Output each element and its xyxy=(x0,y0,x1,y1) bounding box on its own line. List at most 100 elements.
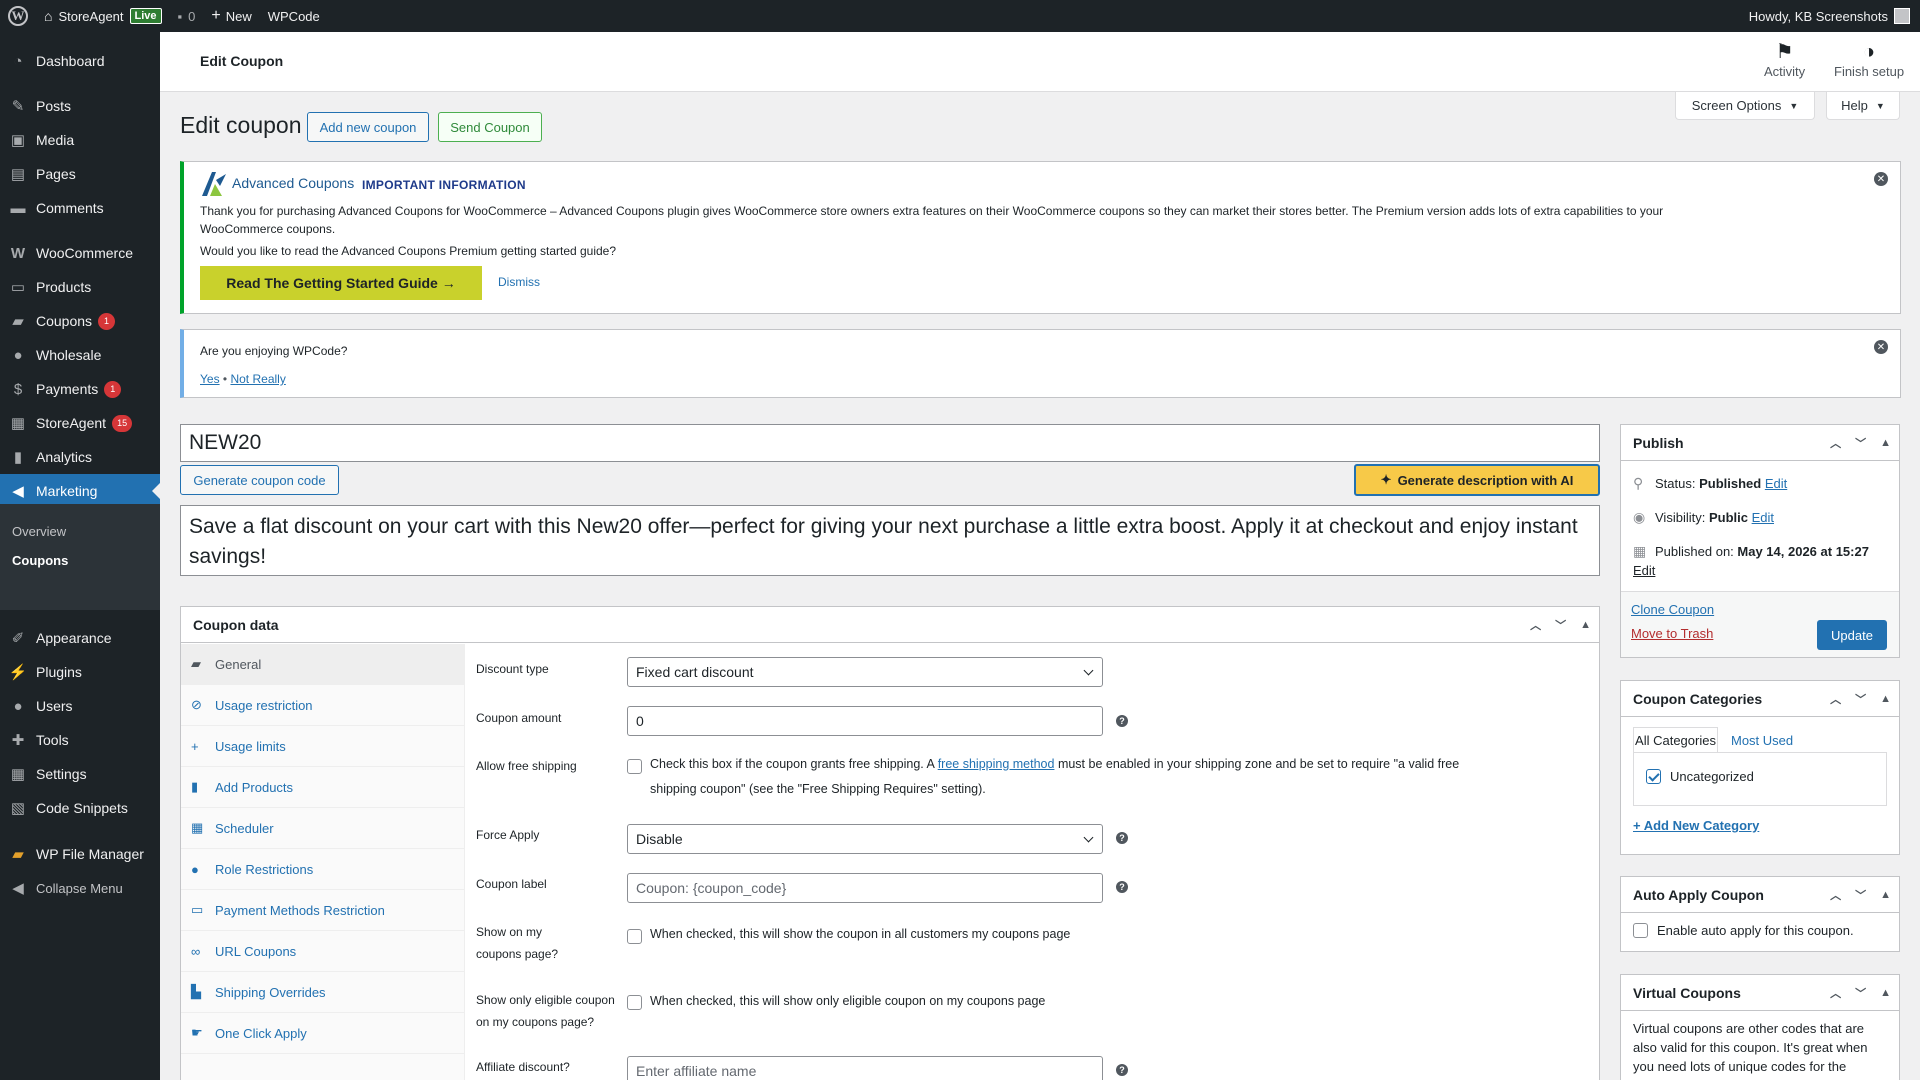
activity-button[interactable]: ⚑ Activity xyxy=(1764,40,1805,79)
clone-coupon-link[interactable]: Clone Coupon xyxy=(1631,602,1714,617)
generate-description-ai-button[interactable]: ✦ Generate description with AI xyxy=(1354,464,1600,496)
tab-payment-methods-restriction[interactable]: ▭ Payment Methods Restriction xyxy=(181,890,465,931)
add-new-category-link[interactable]: + Add New Category xyxy=(1633,818,1759,833)
chevron-down-icon[interactable]: ﹀ xyxy=(1555,617,1566,633)
sidebar-item-dashboard[interactable]: ◔ Dashboard xyxy=(0,44,160,78)
sidebar-item-analytics[interactable]: ▮ Analytics xyxy=(0,440,160,474)
sidebar-item-plugins[interactable]: ⚡ Plugins xyxy=(0,655,160,689)
chevron-up-icon[interactable]: ︿ xyxy=(1830,887,1841,903)
tab-all-categories[interactable]: All Categories xyxy=(1633,727,1718,753)
collapse-menu-button[interactable]: ◀ Collapse Menu xyxy=(0,871,160,905)
submenu-coupons[interactable]: Coupons xyxy=(12,553,68,568)
tab-role-restrictions[interactable]: ● Role Restrictions xyxy=(181,849,465,890)
chevron-down-icon[interactable]: ﹀ xyxy=(1855,985,1866,1001)
coupon-amount-label: Coupon amount xyxy=(476,711,562,725)
sidebar-item-storeagent[interactable]: ▦ StoreAgent 15 xyxy=(0,406,160,440)
sidebar-item-appearance[interactable]: ✐ Appearance xyxy=(0,621,160,655)
screen-options-button[interactable]: Screen Options ▼ xyxy=(1675,92,1815,120)
tab-scheduler[interactable]: ▦ Scheduler xyxy=(181,808,465,849)
caret-up-icon[interactable]: ▲ xyxy=(1880,889,1891,901)
sidebar-item-tools[interactable]: ✚ Tools xyxy=(0,723,160,757)
comments-link[interactable]: ▪ 0 xyxy=(170,0,204,32)
discount-type-select[interactable]: Fixed cart discount xyxy=(627,657,1103,687)
edit-visibility-link[interactable]: Edit xyxy=(1752,510,1774,525)
send-coupon-button[interactable]: Send Coupon xyxy=(438,112,542,142)
sidebar-item-marketing[interactable]: ◀ Marketing xyxy=(0,474,160,508)
help-icon[interactable]: ? xyxy=(1116,881,1128,893)
category-list: Uncategorized xyxy=(1633,752,1887,806)
yes-link[interactable]: Yes xyxy=(200,372,220,386)
edit-date-link[interactable]: Edit xyxy=(1633,563,1655,578)
show-my-coupons-checkbox[interactable] xyxy=(627,929,642,944)
new-content-link[interactable]: + New xyxy=(203,0,259,32)
sidebar-item-media[interactable]: ▣ Media xyxy=(0,123,160,157)
sidebar-item-wholesale[interactable]: ● Wholesale xyxy=(0,338,160,372)
wholesale-icon: ● xyxy=(13,346,23,364)
help-icon[interactable]: ? xyxy=(1116,832,1128,844)
chevron-up-icon[interactable]: ︿ xyxy=(1830,435,1841,451)
wordpress-logo-icon[interactable]: W xyxy=(0,0,36,32)
sidebar-item-posts[interactable]: ✎ Posts xyxy=(0,89,160,123)
sidebar-item-comments[interactable]: ▬ Comments xyxy=(0,191,160,225)
tab-usage-limits[interactable]: + Usage limits xyxy=(181,726,465,767)
sidebar-item-code-snippets[interactable]: ▧ Code Snippets xyxy=(0,791,160,825)
help-icon[interactable]: ? xyxy=(1116,715,1128,727)
tab-usage-restriction[interactable]: ⊘ Usage restriction xyxy=(181,685,465,726)
tab-most-used[interactable]: Most Used xyxy=(1731,733,1793,748)
my-account[interactable]: Howdy, KB Screenshots xyxy=(1749,8,1920,24)
chevron-down-icon[interactable]: ﹀ xyxy=(1855,887,1866,903)
free-shipping-description: Check this box if the coupon grants free… xyxy=(650,757,1460,771)
coupon-amount-input[interactable]: 0 xyxy=(627,706,1103,736)
admin-bar: W ⌂ StoreAgent Live ▪ 0 + New WPCode How… xyxy=(0,0,1920,32)
not-really-link[interactable]: Not Really xyxy=(230,372,285,386)
sidebar-item-pages[interactable]: ▤ Pages xyxy=(0,157,160,191)
caret-up-icon[interactable]: ▲ xyxy=(1880,987,1891,999)
tab-add-products[interactable]: ▮ Add Products xyxy=(181,767,465,808)
sidebar-item-coupons[interactable]: ▰ Coupons 1 xyxy=(0,304,160,338)
tab-shipping-overrides[interactable]: ▙ Shipping Overrides xyxy=(181,972,465,1013)
chevron-down-icon[interactable]: ﹀ xyxy=(1855,435,1866,451)
force-apply-select[interactable]: Disable xyxy=(627,824,1103,854)
comment-bubble-icon: ▪ xyxy=(177,8,183,24)
close-icon[interactable]: ✕ xyxy=(1874,172,1888,186)
sidebar-item-wp-file-manager[interactable]: ▰ WP File Manager xyxy=(0,837,160,871)
close-icon[interactable]: ✕ xyxy=(1874,340,1888,354)
caret-up-icon[interactable]: ▲ xyxy=(1580,619,1591,631)
update-button[interactable]: Update xyxy=(1817,620,1887,650)
chevron-down-icon[interactable]: ﹀ xyxy=(1855,691,1866,707)
wpcode-link[interactable]: WPCode xyxy=(260,0,328,32)
sidebar-item-products[interactable]: ▭ Products xyxy=(0,270,160,304)
help-button[interactable]: Help ▼ xyxy=(1826,92,1900,120)
chevron-up-icon[interactable]: ︿ xyxy=(1830,691,1841,707)
help-icon[interactable]: ? xyxy=(1116,1064,1128,1076)
chevron-up-icon[interactable]: ︿ xyxy=(1530,617,1541,633)
show-eligible-checkbox[interactable] xyxy=(627,995,642,1010)
auto-apply-checkbox[interactable] xyxy=(1633,923,1648,938)
free-shipping-method-link[interactable]: free shipping method xyxy=(938,757,1055,771)
submenu-overview[interactable]: Overview xyxy=(12,524,66,539)
tab-url-coupons[interactable]: ∞ URL Coupons xyxy=(181,931,465,972)
free-shipping-checkbox[interactable] xyxy=(627,759,642,774)
tab-general[interactable]: ▰ General xyxy=(181,644,465,685)
caret-up-icon[interactable]: ▲ xyxy=(1880,437,1891,449)
caret-up-icon[interactable]: ▲ xyxy=(1880,693,1891,705)
generate-coupon-code-button[interactable]: Generate coupon code xyxy=(180,465,339,495)
finish-setup-button[interactable]: ◑ Finish setup xyxy=(1834,40,1904,79)
sidebar-item-settings[interactable]: ▦ Settings xyxy=(0,757,160,791)
sidebar-item-users[interactable]: ● Users xyxy=(0,689,160,723)
tab-one-click-apply[interactable]: ☛ One Click Apply xyxy=(181,1013,465,1054)
dismiss-link[interactable]: Dismiss xyxy=(498,275,540,289)
sidebar-item-woocommerce[interactable]: W WooCommerce xyxy=(0,236,160,270)
uncategorized-checkbox[interactable] xyxy=(1646,769,1661,784)
chevron-up-icon[interactable]: ︿ xyxy=(1830,985,1841,1001)
coupon-code-input[interactable]: NEW20 xyxy=(180,424,1600,462)
getting-started-guide-button[interactable]: Read The Getting Started Guide → xyxy=(200,266,482,300)
add-new-coupon-button[interactable]: Add new coupon xyxy=(307,112,429,142)
move-to-trash-link[interactable]: Move to Trash xyxy=(1631,626,1713,641)
site-name-link[interactable]: ⌂ StoreAgent Live xyxy=(36,0,170,32)
coupon-description-textarea[interactable]: Save a flat discount on your cart with t… xyxy=(180,505,1600,576)
edit-status-link[interactable]: Edit xyxy=(1765,476,1787,491)
coupon-label-input[interactable]: Coupon: {coupon_code} xyxy=(627,873,1103,903)
sidebar-item-payments[interactable]: $ Payments 1 xyxy=(0,372,160,406)
affiliate-input[interactable]: Enter affiliate name xyxy=(627,1056,1103,1080)
